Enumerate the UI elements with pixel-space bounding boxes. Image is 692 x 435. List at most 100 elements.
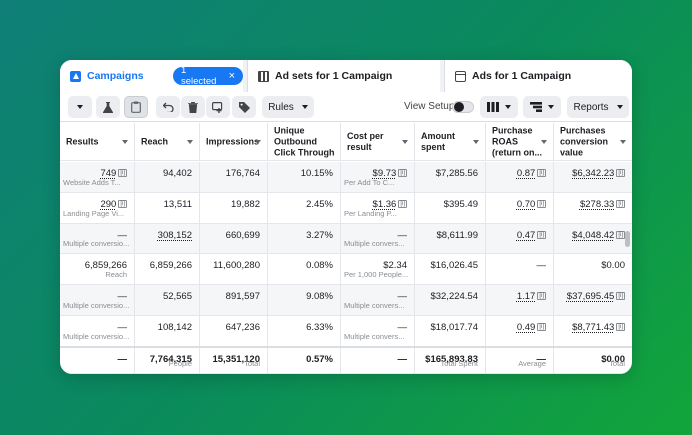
tag-button[interactable] — [232, 96, 256, 118]
cell-results-subtext: Website Adds T... — [63, 177, 121, 187]
column-header-purchase-roas[interactable]: Purchase ROAS (return on... — [486, 123, 554, 160]
duplicate-button[interactable] — [206, 96, 230, 118]
column-header-results[interactable]: Results — [60, 123, 135, 160]
tab-ads[interactable]: Ads for 1 Campaign — [444, 60, 632, 92]
column-header-label: Purchase ROAS (return on... — [492, 125, 542, 157]
cell-spent-value: $32,224.54 — [430, 291, 478, 302]
delete-button[interactable] — [181, 96, 205, 118]
column-header-amount-spent[interactable]: Amount spent — [415, 123, 486, 160]
cell-reach-value[interactable]: 308,152 — [158, 230, 192, 241]
tab-campaigns[interactable]: Campaigns 1 selected × — [60, 60, 243, 92]
table-row[interactable]: — Multiple conversio... 52,565 891,597 9.08%… — [60, 285, 632, 316]
cell-conv-value[interactable]: $8,771.43 [i] — [572, 322, 625, 333]
cell-cpr: — Multiple convers... — [341, 316, 415, 346]
cell-spent-value: $395.49 — [444, 199, 478, 210]
cell-value-text: $7,285.56 — [435, 168, 478, 179]
breakdown-dropdown[interactable] — [523, 96, 561, 118]
table-row[interactable]: — Multiple conversio... 308,152 660,699 3.27… — [60, 223, 632, 255]
cell-roas-value[interactable]: 0.49 [i] — [517, 322, 546, 333]
cell-roas: — — [486, 254, 554, 285]
cell-spent: $8,611.99 — [415, 223, 486, 254]
cell-value-text: 3.27% — [306, 229, 333, 241]
test-button[interactable] — [96, 96, 120, 118]
rules-label: Rules — [268, 101, 294, 113]
info-icon[interactable]: [i] — [537, 230, 546, 239]
table-row[interactable]: 749 [i] Website Adds T... 94,402 176,764 10.1… — [60, 162, 632, 193]
info-icon[interactable]: [i] — [537, 323, 546, 331]
column-header-reach[interactable]: Reach — [135, 123, 200, 160]
info-icon[interactable]: [i] — [616, 169, 625, 177]
cell-impressions: 176,764 — [200, 162, 268, 192]
duplicate-icon — [212, 101, 223, 113]
cell-conv-value[interactable]: $6,342.23 [i] — [572, 168, 625, 179]
table-header: Results Reach Impressions Unique Outboun… — [60, 123, 632, 161]
close-icon[interactable]: × — [229, 70, 235, 82]
undo-button[interactable] — [156, 96, 180, 118]
selected-badge[interactable]: 1 selected × — [173, 65, 243, 87]
cell-impressions: 19,882 — [200, 192, 268, 223]
adsets-icon — [258, 70, 269, 82]
cell-impressions: 11,600,280 — [200, 254, 268, 285]
column-header-label: Purchases conversion value — [560, 125, 609, 157]
total-conv-sub: Total — [609, 359, 625, 368]
table-row[interactable]: 290 [i] Landing Page Vi... 13,511 19,882 2.45… — [60, 192, 632, 224]
cell-cpr: — Multiple convers... — [341, 285, 415, 315]
more-dropdown-button[interactable] — [68, 96, 92, 118]
rules-dropdown[interactable]: Rules — [262, 96, 314, 118]
cell-conv-value: $0.00 — [601, 260, 625, 271]
column-header-cost-per-result[interactable]: Cost per result — [341, 123, 415, 160]
info-icon[interactable]: [i] — [537, 169, 546, 177]
cell-conv: $4,048.42 [i] — [554, 224, 632, 254]
cell-roas-value[interactable]: 1.17 [i] — [517, 291, 546, 302]
info-icon[interactable]: [i] — [398, 169, 407, 177]
cell-conv: $0.00 — [554, 254, 632, 284]
undo-icon — [162, 102, 174, 112]
chevron-down-icon — [505, 105, 511, 109]
column-header-label: Reach — [141, 136, 169, 146]
info-icon[interactable]: [i] — [616, 199, 625, 208]
cell-value-text: $395.49 — [443, 198, 478, 210]
cell-cpr-subtext: Per 1,000 People... — [344, 270, 409, 280]
cell-ctr: 0.08% — [268, 254, 341, 285]
total-roas-sub: Average — [518, 359, 546, 368]
tab-campaigns-label: Campaigns — [87, 70, 144, 82]
reports-label: Reports — [573, 101, 609, 113]
tab-adsets[interactable]: Ad sets for 1 Campaign — [247, 60, 440, 92]
cell-conv-value[interactable]: $37,695.45 [i] — [567, 291, 625, 302]
info-icon[interactable]: [i] — [616, 230, 625, 239]
sort-icon — [473, 139, 479, 144]
cell-results: 6,859,266 Reach — [60, 254, 135, 285]
cell-value-text: 660,699 — [225, 229, 260, 241]
vertical-scrollbar[interactable] — [625, 231, 630, 247]
cell-conv-value[interactable]: $278.33 [i] — [580, 199, 625, 210]
cell-roas-value[interactable]: 0.70 [i] — [517, 199, 546, 210]
column-header-label: Amount spent — [421, 130, 455, 152]
sort-icon — [620, 139, 626, 144]
info-icon[interactable]: [i] — [118, 199, 127, 208]
cell-value-text: $8,771.43 — [572, 322, 615, 333]
cell-roas-value[interactable]: 0.47 [i] — [517, 230, 546, 241]
info-icon[interactable]: [i] — [537, 292, 546, 301]
info-icon[interactable]: [i] — [398, 199, 407, 208]
info-icon[interactable]: [i] — [118, 169, 127, 177]
cell-cpr-subtext: Multiple convers... — [344, 300, 405, 310]
info-icon[interactable]: [i] — [537, 199, 546, 208]
table-row[interactable]: — Multiple conversio... 108,142 647,236 6.33… — [60, 316, 632, 347]
info-icon[interactable]: [i] — [616, 323, 625, 331]
reports-dropdown[interactable]: Reports — [567, 96, 629, 118]
clipboard-button[interactable] — [124, 96, 148, 118]
column-header-conversion-value[interactable]: Purchases conversion value — [554, 123, 632, 160]
column-header-impressions[interactable]: Impressions — [200, 123, 268, 160]
cell-conv-value[interactable]: $4,048.42 [i] — [572, 230, 625, 241]
cell-conv: $6,342.23 [i] — [554, 162, 632, 192]
cell-cpr-subtext: Multiple convers... — [344, 331, 405, 341]
cell-reach-value: 13,511 — [164, 199, 192, 210]
info-icon[interactable]: [i] — [616, 292, 625, 301]
cell-roas-value[interactable]: 0.87 [i] — [517, 168, 546, 179]
columns-dropdown[interactable] — [480, 96, 518, 118]
cell-value-text: 13,511 — [163, 198, 192, 210]
sort-icon — [187, 139, 193, 144]
column-header-unique-ctr[interactable]: Unique Outbound Click Through — [268, 123, 341, 160]
table-row[interactable]: 6,859,266 Reach 6,859,266 11,600,280 0.08% $2… — [60, 254, 632, 286]
view-setup-toggle[interactable] — [452, 101, 474, 113]
